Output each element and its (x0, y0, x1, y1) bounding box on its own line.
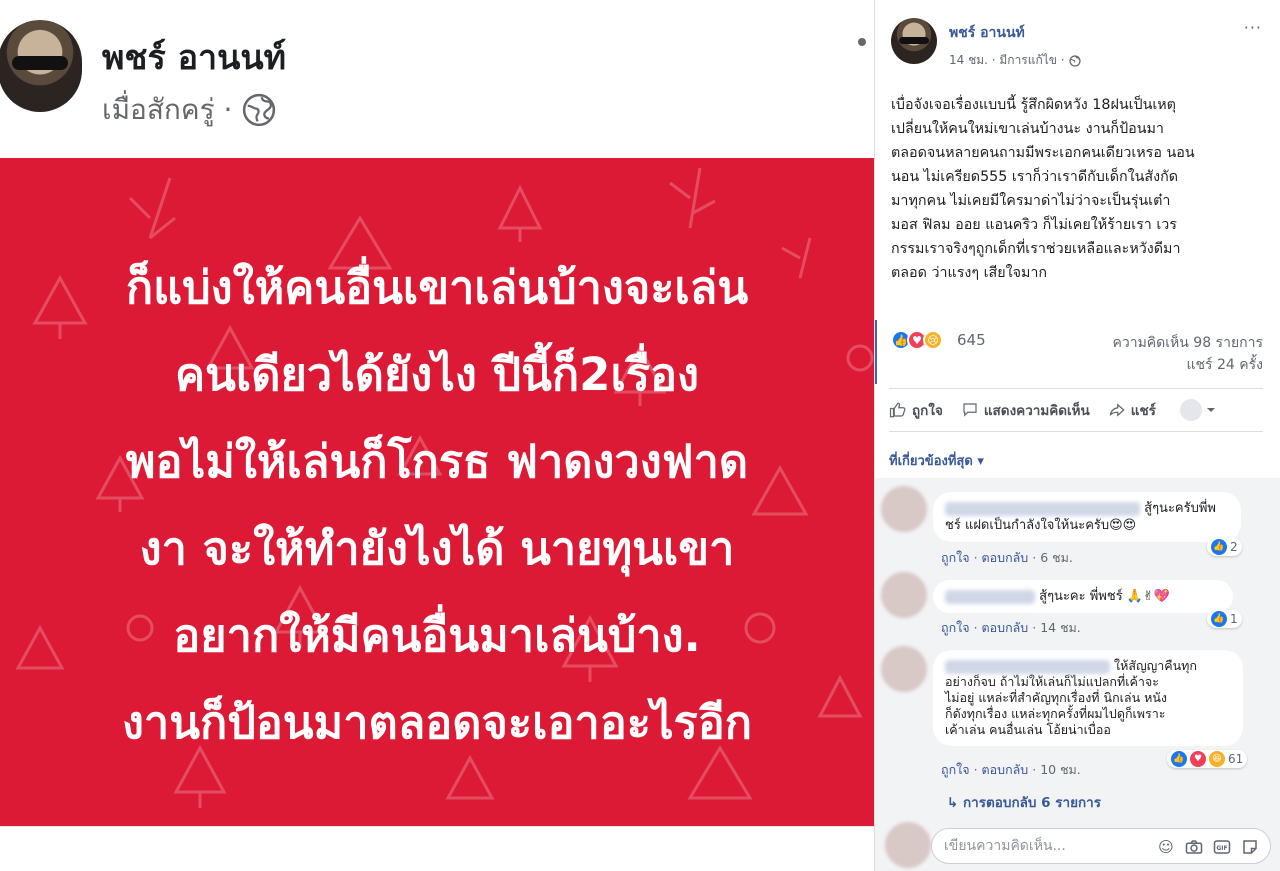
reaction-icons[interactable]: 👍 ♥ 😢 (891, 330, 943, 350)
comment-text: สู้ๆนะคะ พี่พชร์ 🙏✌💖 (1039, 589, 1171, 604)
comment-sort-dropdown[interactable]: ที่เกี่ยวข้องที่สุด ▾ (889, 450, 984, 471)
comment-bubble: สู้ๆนะครับพี่พ ชร์ แฝดเป็นกำลังใจให้นะคร… (933, 492, 1241, 542)
commenter-name-redacted[interactable] (945, 659, 1110, 674)
comment-text-cont: ก็ดังทุกเรื่อง แหล่ะทุกครั้งที่ผมไปดูก็เ… (945, 706, 1166, 721)
comment-like-link[interactable]: ถูกใจ (941, 620, 970, 635)
share-label: แชร์ (1130, 403, 1156, 419)
current-user-avatar (885, 822, 931, 868)
quote-line-2: คนเดียวได้ยังไง ปีนี้ก็2เรื่อง (174, 348, 699, 401)
comment-reply-link[interactable]: ตอบกลับ (982, 762, 1029, 777)
post-action-bar: ถูกใจ แสดงความคิดเห็น แชร์ (889, 388, 1263, 432)
comment-composer: เขียนความคิดเห็น... ☺ GIF (875, 818, 1280, 871)
like-reaction-icon: 👍 (1211, 611, 1227, 627)
comment-like-link[interactable]: ถูกใจ (941, 550, 970, 565)
comment-time[interactable]: 10 ชม. (1040, 762, 1081, 777)
comment-time[interactable]: 14 ชม. (1040, 620, 1081, 635)
emoji-icon[interactable]: ☺ (1156, 837, 1176, 857)
post-author-name[interactable]: พชร์ อานนท์ (949, 22, 1025, 44)
photo-author-name[interactable]: พชร์ อานนท์ (102, 30, 286, 84)
commenter-avatar[interactable] (881, 572, 927, 618)
gif-icon[interactable]: GIF (1212, 837, 1232, 857)
reactions-summary: 👍 ♥ 😢 645 ความคิดเห็น 98 รายการ แชร์ 24 … (891, 326, 1263, 386)
commenter-avatar[interactable] (881, 486, 927, 532)
like-reaction-icon: 👍 (1211, 539, 1227, 555)
comment-input-placeholder: เขียนความคิดเห็น... (944, 838, 1066, 854)
comment-bubble: ให้สัญญาคืนทุก อย่างก็จบ ถ้าไม่ให้เล่นก็… (933, 650, 1243, 746)
separator-dot (858, 38, 866, 46)
commenter-name-redacted[interactable] (945, 589, 1035, 604)
comment-icon (963, 403, 977, 417)
comment-text-cont: ไม่อยู่ แหล่ะที่สำคัญทุกเรื่องที่ นิกเล่… (945, 690, 1167, 705)
haha-reaction-icon: 😆 (1209, 751, 1225, 767)
view-replies-link[interactable]: ↳ การตอบกลับ 6 รายการ (947, 791, 1101, 813)
comment-reaction-count: 2 (1230, 540, 1238, 554)
post-sidebar: พชร์ อานนท์ 14 ชม. · มีการแก้ไข · ··· เบ… (874, 0, 1280, 871)
quote-line-6: งานก็ป้อนมาตลอดจะเอาอะไรอีก (121, 696, 753, 749)
comment-actions: ถูกใจ · ตอบกลับ · 6 ชม. (941, 550, 1073, 565)
photo-bottom-strip (0, 826, 874, 871)
react-as-selector[interactable] (1179, 399, 1216, 421)
profile-circle-icon (1179, 399, 1202, 421)
photo-timestamp: เมื่อสักครู่ · (102, 88, 276, 132)
quote-line-1: ก็แบ่งให้คนอื่นเขาเล่นบ้างจะเล่น (125, 261, 749, 314)
globe-icon (1069, 54, 1081, 67)
share-button[interactable]: แชร์ (1108, 399, 1156, 421)
quote-line-4: งา จะให้ทำยังไงได้ นายทุนเขา (139, 522, 735, 575)
svg-text:GIF: GIF (1216, 845, 1227, 852)
commenter-avatar[interactable] (881, 646, 927, 692)
sad-reaction-icon: 😢 (923, 330, 943, 350)
reaction-count[interactable]: 645 (957, 331, 986, 349)
comment-reactions-badge[interactable]: 👍 1 (1207, 610, 1242, 628)
comment-bubble: สู้ๆนะคะ พี่พชร์ 🙏✌💖 (933, 580, 1233, 613)
comment-like-link[interactable]: ถูกใจ (941, 762, 970, 777)
post-time-text[interactable]: 14 ชม. · มีการแก้ไข · (949, 51, 1065, 70)
comment-text-cont: ชร์ แฝดเป็นกำลังใจให้นะครับ😍😍 (945, 518, 1137, 533)
post-body: เบื่อจังเจอเรื่องแบบนี้ รู้สึกผิดหวัง 18… (891, 97, 1195, 281)
comment-actions: ถูกใจ · ตอบกลับ · 14 ชม. (941, 620, 1081, 635)
comment-reply-link[interactable]: ตอบกลับ (982, 550, 1029, 565)
comment-reaction-count: 1 (1230, 612, 1238, 626)
more-options-icon[interactable]: ··· (1244, 18, 1262, 37)
share-count[interactable]: แชร์ 24 ครั้ง (1187, 354, 1263, 376)
comment-button[interactable]: แสดงความคิดเห็น (961, 399, 1090, 421)
sticker-icon[interactable] (1240, 837, 1260, 857)
focus-indicator (875, 320, 877, 384)
composer-tools: ☺ GIF (1156, 829, 1260, 865)
author-avatar-large[interactable] (0, 20, 82, 112)
comment-reactions-badge[interactable]: 👍 ♥ 😆 61 (1167, 750, 1248, 768)
like-label: ถูกใจ (912, 403, 943, 419)
comment-count[interactable]: ความคิดเห็น 98 รายการ (1112, 332, 1263, 354)
comment-text: สู้ๆนะครับพี่พ (1144, 501, 1216, 516)
share-arrow-icon (1109, 403, 1125, 417)
comment-input[interactable]: เขียนความคิดเห็น... ☺ GIF (931, 828, 1271, 864)
quote-line-5: อยากให้มีคนอื่นมาเล่นบ้าง. (173, 609, 701, 662)
comment-text-cont: เค้าเล่น คนอื่นเล่น โอ้ยน่าเบื่ออ (945, 722, 1111, 737)
chevron-down-icon (1206, 408, 1215, 412)
photo-time-text: เมื่อสักครู่ · (102, 93, 233, 126)
quote-line-3: พอไม่ให้เล่นก็โกรธ ฟาดงวงฟาด (125, 435, 749, 488)
comment-time[interactable]: 6 ชม. (1040, 550, 1073, 565)
comment-reply-link[interactable]: ตอบกลับ (982, 620, 1029, 635)
comment-reaction-count: 61 (1228, 752, 1244, 766)
photo-viewer: พชร์ อานนท์ เมื่อสักครู่ · ก็แบ่งให้คนอื… (0, 0, 874, 871)
globe-icon (243, 93, 276, 127)
post-timestamp: 14 ชม. · มีการแก้ไข · (949, 51, 1081, 70)
quote-image-card[interactable]: ก็แบ่งให้คนอื่นเขาเล่นบ้างจะเล่น คนเดียว… (0, 158, 874, 826)
thumbs-up-icon (889, 402, 906, 418)
camera-icon[interactable] (1184, 837, 1204, 857)
quote-text: ก็แบ่งให้คนอื่นเขาเล่นบ้างจะเล่น คนเดียว… (0, 244, 874, 766)
author-avatar[interactable] (891, 18, 937, 64)
like-button[interactable]: ถูกใจ (889, 399, 943, 421)
comment-text-cont: อย่างก็จบ ถ้าไม่ให้เล่นก็ไม่แปลกที่เค้าจ… (945, 674, 1159, 689)
comment-text: ให้สัญญาคืนทุก (1113, 658, 1197, 673)
commenter-name-redacted[interactable] (945, 501, 1140, 516)
comment-reactions-badge[interactable]: 👍 2 (1207, 538, 1242, 556)
like-reaction-icon: 👍 (1171, 751, 1187, 767)
comment-actions: ถูกใจ · ตอบกลับ · 10 ชม. (941, 762, 1081, 777)
love-reaction-icon: ♥ (1190, 751, 1206, 767)
comment-label: แสดงความคิดเห็น (983, 403, 1090, 419)
